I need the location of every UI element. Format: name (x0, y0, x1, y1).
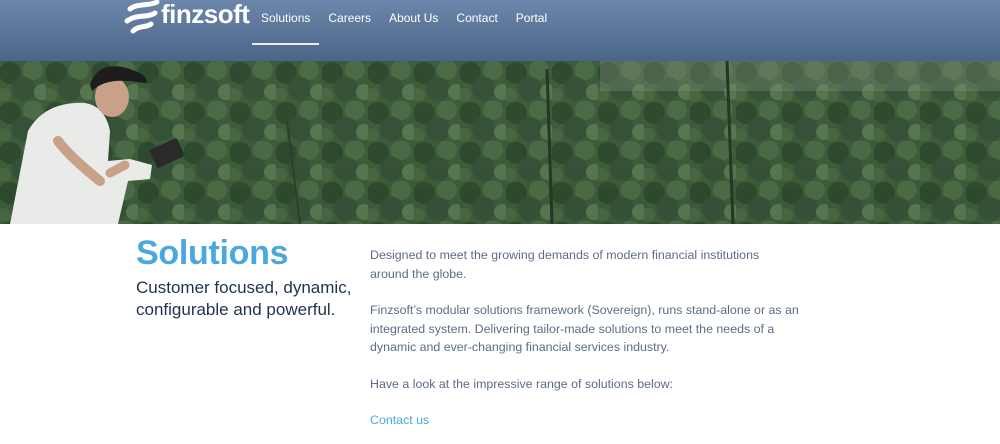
logo-text: finzsoft (161, 0, 250, 29)
hero-illustration (0, 61, 1000, 224)
solutions-lead-paragraph: Have a look at the impressive range of s… (370, 377, 674, 391)
logo[interactable]: finzsoft (124, 0, 250, 36)
site-header: finzsoft Solutions Careers About Us Cont… (0, 0, 1000, 61)
page-title: Solutions (136, 234, 289, 272)
nav-item-about-us[interactable]: About Us (380, 0, 447, 45)
nav-item-contact[interactable]: Contact (447, 0, 506, 45)
nav-item-solutions[interactable]: Solutions (252, 0, 320, 45)
intro-paragraph: Designed to meet the growing demands of … (370, 248, 760, 281)
finzsoft-logo-icon (124, 0, 160, 34)
nav-item-portal[interactable]: Portal (507, 0, 556, 45)
framework-paragraph: Finzsoft’s modular solutions framework (… (370, 303, 799, 354)
contact-us-link[interactable]: Contact us (370, 413, 429, 427)
hero-image (0, 61, 1000, 224)
nav-item-careers[interactable]: Careers (319, 0, 380, 45)
main-nav: Solutions Careers About Us Contact Porta… (252, 0, 556, 45)
page-tagline: Customer focused, dynamic, configurable … (136, 278, 352, 319)
